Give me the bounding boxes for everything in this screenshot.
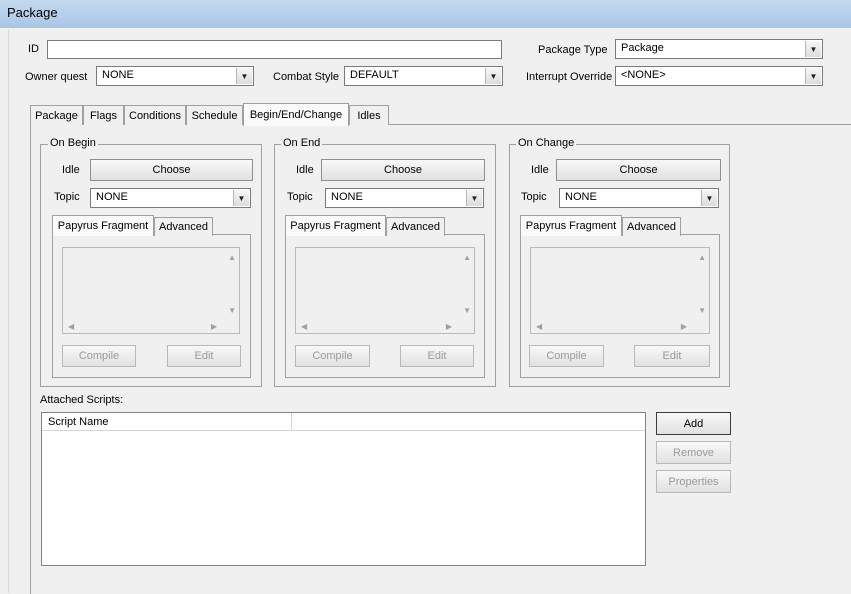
- on-begin-title: On Begin: [48, 137, 98, 149]
- scroll-left-icon[interactable]: ◀: [536, 322, 542, 331]
- idle-label: Idle: [296, 164, 314, 176]
- package-type-dropdown[interactable]: Package ▼: [615, 39, 823, 59]
- on-change-compile-button[interactable]: Compile: [529, 345, 604, 367]
- on-end-fragment-editor[interactable]: ▲ ▼ ◀ ▶: [295, 247, 475, 334]
- scroll-right-icon[interactable]: ▶: [446, 322, 452, 331]
- chevron-down-icon[interactable]: ▼: [701, 190, 717, 206]
- attached-scripts-label: Attached Scripts:: [40, 394, 124, 406]
- owner-quest-label: Owner quest: [25, 71, 88, 83]
- on-change-subtab-papyrus-fragment[interactable]: Papyrus Fragment: [520, 215, 622, 236]
- list-header: Script Name: [42, 413, 645, 431]
- on-begin-edit-button[interactable]: Edit: [167, 345, 241, 367]
- column-header-script-name[interactable]: Script Name: [42, 413, 292, 430]
- on-begin-compile-button[interactable]: Compile: [62, 345, 136, 367]
- scroll-up-icon[interactable]: ▲: [228, 253, 236, 262]
- on-end-title: On End: [281, 137, 323, 149]
- scroll-down-icon[interactable]: ▼: [463, 306, 471, 315]
- window-title: Package: [7, 5, 58, 20]
- tab-begin-end-change[interactable]: Begin/End/Change: [243, 103, 349, 126]
- remove-script-button[interactable]: Remove: [656, 441, 731, 464]
- on-change-choose-button[interactable]: Choose: [556, 159, 721, 181]
- on-change-edit-button[interactable]: Edit: [634, 345, 710, 367]
- combat-style-label: Combat Style: [273, 71, 340, 83]
- tab-flags[interactable]: Flags: [83, 105, 124, 125]
- scroll-up-icon[interactable]: ▲: [698, 253, 706, 262]
- on-change-subtab-advanced[interactable]: Advanced: [622, 217, 681, 236]
- scroll-down-icon[interactable]: ▼: [228, 306, 236, 315]
- tab-package[interactable]: Package: [30, 105, 83, 125]
- attached-scripts-list[interactable]: Script Name: [41, 412, 646, 566]
- tab-idles[interactable]: Idles: [349, 105, 389, 125]
- chevron-down-icon[interactable]: ▼: [485, 68, 501, 84]
- scroll-left-icon[interactable]: ◀: [68, 322, 74, 331]
- topic-label: Topic: [287, 191, 313, 203]
- on-begin-subtab-advanced[interactable]: Advanced: [154, 217, 213, 236]
- owner-quest-dropdown[interactable]: NONE ▼: [96, 66, 254, 86]
- chevron-down-icon[interactable]: ▼: [233, 190, 249, 206]
- on-change-title: On Change: [516, 137, 577, 149]
- add-script-button[interactable]: Add: [656, 412, 731, 435]
- scroll-right-icon[interactable]: ▶: [681, 322, 687, 331]
- on-begin-topic-dropdown[interactable]: NONE ▼: [90, 188, 251, 208]
- on-begin-choose-button[interactable]: Choose: [90, 159, 253, 181]
- scroll-up-icon[interactable]: ▲: [463, 253, 471, 262]
- id-field[interactable]: [47, 40, 502, 59]
- topic-label: Topic: [521, 191, 547, 203]
- chevron-down-icon[interactable]: ▼: [805, 68, 821, 84]
- id-label: ID: [28, 43, 39, 55]
- package-type-label: Package Type: [538, 44, 608, 56]
- idle-label: Idle: [531, 164, 549, 176]
- chevron-down-icon[interactable]: ▼: [236, 68, 252, 84]
- on-change-topic-dropdown[interactable]: NONE ▼: [559, 188, 719, 208]
- on-end-subtab-advanced[interactable]: Advanced: [386, 217, 445, 236]
- tab-schedule[interactable]: Schedule: [186, 105, 243, 125]
- on-end-choose-button[interactable]: Choose: [321, 159, 485, 181]
- combat-style-dropdown[interactable]: DEFAULT ▼: [344, 66, 503, 86]
- on-begin-subtab-papyrus-fragment[interactable]: Papyrus Fragment: [52, 215, 154, 236]
- tab-conditions[interactable]: Conditions: [124, 105, 186, 125]
- topic-label: Topic: [54, 191, 80, 203]
- on-end-subtab-papyrus-fragment[interactable]: Papyrus Fragment: [285, 215, 386, 236]
- idle-label: Idle: [62, 164, 80, 176]
- on-end-topic-dropdown[interactable]: NONE ▼: [325, 188, 484, 208]
- on-change-fragment-editor[interactable]: ▲ ▼ ◀ ▶: [530, 247, 710, 334]
- scroll-down-icon[interactable]: ▼: [698, 306, 706, 315]
- chevron-down-icon[interactable]: ▼: [466, 190, 482, 206]
- on-end-compile-button[interactable]: Compile: [295, 345, 370, 367]
- scroll-right-icon[interactable]: ▶: [211, 322, 217, 331]
- chevron-down-icon[interactable]: ▼: [805, 41, 821, 57]
- interrupt-override-dropdown[interactable]: <NONE> ▼: [615, 66, 823, 86]
- title-bar: Package: [0, 0, 851, 28]
- scroll-left-icon[interactable]: ◀: [301, 322, 307, 331]
- on-begin-fragment-editor[interactable]: ▲ ▼ ◀ ▶: [62, 247, 240, 334]
- on-end-edit-button[interactable]: Edit: [400, 345, 474, 367]
- interrupt-override-label: Interrupt Override: [526, 71, 613, 83]
- script-properties-button[interactable]: Properties: [656, 470, 731, 493]
